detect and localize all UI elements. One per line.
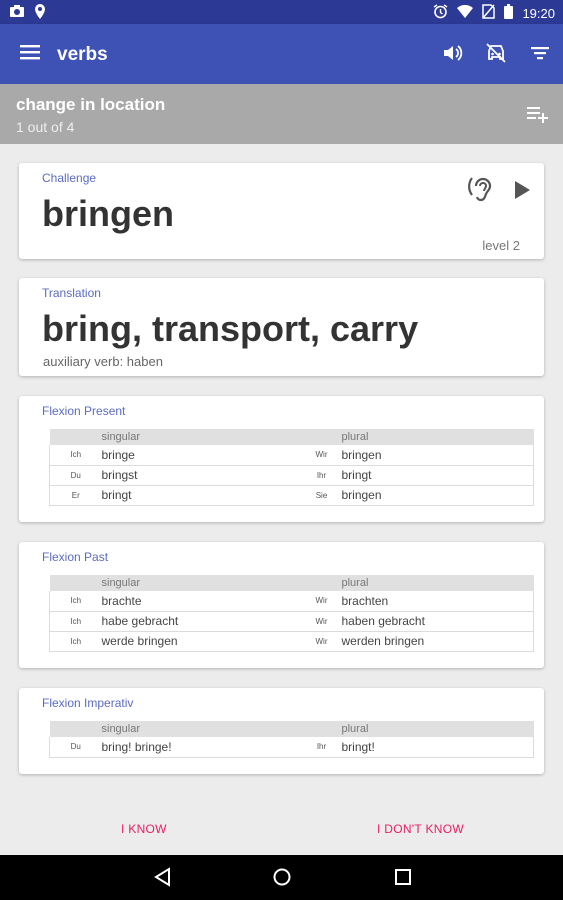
translation-label: Translation xyxy=(42,286,101,300)
pronoun-cell: Wir xyxy=(301,591,342,612)
navigation-bar xyxy=(0,855,563,900)
pronoun-cell: Ich xyxy=(49,611,102,632)
table-row: Ich werde bringen Wir werden bringen xyxy=(49,631,534,652)
pronoun-cell: Wir xyxy=(301,631,342,652)
table-row: Ich brachte Wir brachten xyxy=(49,591,534,612)
translation-card: Translation bring, transport, carry auxi… xyxy=(19,278,544,376)
pronoun-cell: Du xyxy=(49,465,102,486)
flexion-present-card: Flexion Present singular plural Ich brin… xyxy=(19,396,544,522)
pronoun-cell: Sie xyxy=(301,485,342,506)
no-sim-icon xyxy=(482,4,496,22)
verb-cell: bringen xyxy=(341,445,534,466)
verb-cell: bringe xyxy=(101,445,302,466)
table-header: singular plural xyxy=(49,429,534,445)
verb-cell: bringt! xyxy=(341,737,534,758)
volume-icon[interactable] xyxy=(441,42,463,69)
table-header: singular plural xyxy=(49,721,534,737)
home-icon[interactable] xyxy=(272,867,292,892)
recents-icon[interactable] xyxy=(393,867,413,892)
play-icon[interactable] xyxy=(514,181,530,204)
table-row: Ich bringe Wir bringen xyxy=(49,445,534,466)
flexion-present-label: Flexion Present xyxy=(42,404,126,418)
verb-cell: bringst xyxy=(101,465,302,486)
playlist-add-icon[interactable] xyxy=(527,106,549,129)
progress-count: 1 out of 4 xyxy=(16,119,75,135)
flexion-past-card: Flexion Past singular plural Ich brachte… xyxy=(19,542,544,668)
plural-header: plural xyxy=(341,575,534,591)
table-row: Ich habe gebracht Wir haben gebracht xyxy=(49,611,534,632)
verb-cell: bringt xyxy=(101,485,302,506)
i-dont-know-button[interactable]: I DON'T KNOW xyxy=(377,822,464,836)
location-icon xyxy=(34,4,46,24)
table-header: singular plural xyxy=(49,575,534,591)
verb-cell: haben gebracht xyxy=(341,611,534,632)
pronoun-cell: Ich xyxy=(49,445,102,466)
plural-header: plural xyxy=(341,429,534,445)
challenge-card: Challenge bringen level 2 xyxy=(19,163,544,259)
category-title: change in location xyxy=(16,95,166,114)
challenge-label: Challenge xyxy=(42,171,97,185)
pronoun-cell: Ich xyxy=(49,631,102,652)
singular-header: singular xyxy=(101,429,302,445)
flexion-past-label: Flexion Past xyxy=(42,550,109,564)
table-row: Du bring! bringe! Ihr bringt! xyxy=(49,737,534,758)
translation-word: bring, transport, carry xyxy=(42,308,419,349)
no-car-icon[interactable] xyxy=(485,42,507,69)
category-header: change in location 1 out of 4 xyxy=(0,84,563,144)
auxiliary-verb-text: auxiliary verb: haben xyxy=(43,354,163,369)
status-bar: 19:20 xyxy=(0,0,563,24)
app-title: verbs xyxy=(57,44,108,65)
verb-cell: habe gebracht xyxy=(101,611,302,632)
pronoun-cell: Er xyxy=(49,485,102,506)
wifi-icon xyxy=(457,4,474,21)
clock-time: 19:20 xyxy=(522,5,555,21)
flexion-imperativ-table: singular plural Du bring! bringe! Ihr br… xyxy=(49,721,534,758)
flexion-imperativ-label: Flexion Imperativ xyxy=(42,696,134,710)
pronoun-cell: Wir xyxy=(301,611,342,632)
singular-header: singular xyxy=(101,721,302,737)
filter-icon[interactable] xyxy=(529,42,551,69)
verb-cell: werde bringen xyxy=(101,631,302,652)
verb-cell: brachte xyxy=(101,591,302,612)
pronoun-cell: Du xyxy=(49,737,102,758)
alarm-icon xyxy=(433,4,448,22)
pronoun-cell: Wir xyxy=(301,445,342,466)
verb-cell: brachten xyxy=(341,591,534,612)
singular-header: singular xyxy=(101,575,302,591)
camera-icon xyxy=(9,4,25,24)
verb-cell: werden bringen xyxy=(341,631,534,652)
app-bar: verbs xyxy=(0,24,563,84)
pronoun-cell: Ihr xyxy=(301,737,342,758)
answer-buttons: I KNOW I DON'T KNOW xyxy=(0,812,563,848)
i-know-button[interactable]: I KNOW xyxy=(121,822,167,836)
plural-header: plural xyxy=(341,721,534,737)
table-row: Du bringst Ihr bringt xyxy=(49,465,534,486)
verb-cell: bringen xyxy=(341,485,534,506)
level-text: level 2 xyxy=(482,238,520,253)
menu-icon[interactable] xyxy=(20,44,40,65)
battery-icon xyxy=(504,4,514,22)
verb-cell: bringt xyxy=(341,465,534,486)
verb-cell: bring! bringe! xyxy=(101,737,302,758)
back-icon[interactable] xyxy=(153,867,173,892)
flexion-past-table: singular plural Ich brachte Wir brachten… xyxy=(49,575,534,652)
pronoun-cell: Ich xyxy=(49,591,102,612)
pronoun-cell: Ihr xyxy=(301,465,342,486)
hearing-icon[interactable] xyxy=(468,175,496,210)
challenge-word: bringen xyxy=(42,193,174,234)
table-row: Er bringt Sie bringen xyxy=(49,485,534,506)
flexion-imperativ-card: Flexion Imperativ singular plural Du bri… xyxy=(19,688,544,774)
flexion-present-table: singular plural Ich bringe Wir bringen D… xyxy=(49,429,534,506)
